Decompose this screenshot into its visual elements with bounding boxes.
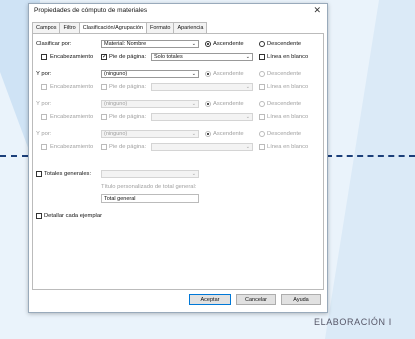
itemize-checkbox[interactable] bbox=[36, 213, 42, 219]
sort4-header-checkbox[interactable] bbox=[41, 144, 47, 150]
sort4-blank-line-checkbox[interactable] bbox=[259, 144, 265, 150]
sort3-descending-radio[interactable] bbox=[259, 101, 265, 107]
sort3-ascending-radio[interactable] bbox=[205, 101, 211, 107]
caption-text: ELABORACIÓN I bbox=[314, 317, 392, 327]
sort1-footer-checkbox[interactable]: ✓ bbox=[101, 54, 107, 60]
sort2-field-select[interactable]: (ninguno) ⌄ bbox=[101, 70, 199, 78]
cancel-button[interactable]: Cancelar bbox=[236, 294, 276, 305]
sort1-footer-label: Pie de página: bbox=[109, 54, 147, 60]
chevron-down-icon: ⌄ bbox=[245, 114, 250, 120]
sort4-footer-label: Pie de página: bbox=[109, 144, 147, 150]
sorting-panel: Clasificar por: Material: Nombre ⌄ Ascend… bbox=[32, 33, 324, 290]
sort4-ascending-label: Ascendente bbox=[213, 131, 244, 137]
sort2-field-value: (ninguno) bbox=[104, 71, 128, 77]
title-bar: Propiedades de cómputo de materiales ✕ bbox=[29, 4, 327, 18]
sort4-blank-line-label: Línea en blanco bbox=[267, 144, 309, 150]
sort4-descending-radio[interactable] bbox=[259, 131, 265, 137]
sort2-footer-select[interactable]: ⌄ bbox=[151, 83, 253, 91]
sort1-footer-select[interactable]: Solo totales ⌄ bbox=[151, 53, 253, 61]
sort3-field-value: (ninguno) bbox=[104, 101, 128, 107]
ok-button[interactable]: Aceptar bbox=[189, 294, 231, 305]
close-icon[interactable]: ✕ bbox=[313, 5, 321, 16]
grand-totals-label: Totales generales: bbox=[44, 171, 92, 177]
schedule-properties-dialog: Propiedades de cómputo de materiales ✕ C… bbox=[28, 3, 328, 313]
sort1-ascending-radio[interactable] bbox=[205, 41, 211, 47]
sort3-header-label: Encabezamiento bbox=[50, 114, 94, 120]
sort2-footer-checkbox[interactable] bbox=[101, 84, 107, 90]
chevron-down-icon: ⌄ bbox=[245, 144, 250, 150]
sort1-footer-option: Solo totales bbox=[154, 54, 183, 60]
grand-totals-checkbox[interactable] bbox=[36, 171, 42, 177]
sort1-label: Clasificar por: bbox=[36, 41, 72, 47]
sort1-descending-label: Descendente bbox=[267, 41, 302, 47]
sort1-descending-radio[interactable] bbox=[259, 41, 265, 47]
chevron-down-icon: ⌄ bbox=[191, 131, 196, 137]
tab-formato[interactable]: Formato bbox=[145, 22, 175, 33]
sort3-field-select[interactable]: (ninguno) ⌄ bbox=[101, 100, 199, 108]
itemize-label: Detallar cada ejemplar bbox=[44, 213, 102, 219]
chevron-down-icon: ⌄ bbox=[191, 71, 196, 77]
sort3-ascending-label: Ascendente bbox=[213, 101, 244, 107]
sort3-footer-select[interactable]: ⌄ bbox=[151, 113, 253, 121]
tab-campos[interactable]: Campos bbox=[32, 22, 61, 33]
sort1-header-checkbox[interactable] bbox=[41, 54, 47, 60]
sort2-footer-label: Pie de página: bbox=[109, 84, 147, 90]
sort3-label: Y por: bbox=[36, 101, 52, 107]
sort3-descending-label: Descendente bbox=[267, 101, 302, 107]
sort2-header-checkbox[interactable] bbox=[41, 84, 47, 90]
sort4-label: Y por: bbox=[36, 131, 52, 137]
sort2-ascending-radio[interactable] bbox=[205, 71, 211, 77]
sort4-ascending-radio[interactable] bbox=[205, 131, 211, 137]
grand-totals-select[interactable]: ⌄ bbox=[101, 170, 199, 178]
sort4-footer-select[interactable]: ⌄ bbox=[151, 143, 253, 151]
dashed-line-right bbox=[326, 155, 415, 157]
sort3-footer-checkbox[interactable] bbox=[101, 114, 107, 120]
tab-filtro[interactable]: Filtro bbox=[59, 22, 80, 33]
background-shape-right bbox=[325, 0, 415, 339]
tab-strip: Campos Filtro Clasificación/Agrupación F… bbox=[32, 22, 208, 34]
tab-apariencia[interactable]: Apariencia bbox=[173, 22, 208, 33]
sort3-footer-label: Pie de página: bbox=[109, 114, 147, 120]
custom-total-title-value: Total general bbox=[104, 196, 136, 202]
sort4-field-select[interactable]: (ninguno) ⌄ bbox=[101, 130, 199, 138]
sort1-blank-line-checkbox[interactable] bbox=[259, 54, 265, 60]
sort2-descending-radio[interactable] bbox=[259, 71, 265, 77]
sort2-label: Y por: bbox=[36, 71, 52, 77]
sort2-ascending-label: Ascendente bbox=[213, 71, 244, 77]
sort3-blank-line-checkbox[interactable] bbox=[259, 114, 265, 120]
help-button[interactable]: Ayuda bbox=[281, 294, 321, 305]
sort1-ascending-label: Ascendente bbox=[213, 41, 244, 47]
chevron-down-icon: ⌄ bbox=[191, 41, 196, 47]
sort2-header-label: Encabezamiento bbox=[50, 84, 94, 90]
custom-total-title-input[interactable]: Total general bbox=[101, 194, 199, 203]
chevron-down-icon: ⌄ bbox=[245, 54, 250, 60]
sort3-header-checkbox[interactable] bbox=[41, 114, 47, 120]
sort1-header-label: Encabezamiento bbox=[50, 54, 94, 60]
sort4-field-value: (ninguno) bbox=[104, 131, 128, 137]
sort4-descending-label: Descendente bbox=[267, 131, 302, 137]
chevron-down-icon: ⌄ bbox=[245, 84, 250, 90]
sort2-blank-line-checkbox[interactable] bbox=[259, 84, 265, 90]
dialog-title: Propiedades de cómputo de materiales bbox=[34, 7, 148, 14]
sort1-field-value: Material: Nombre bbox=[104, 41, 147, 47]
sort3-blank-line-label: Línea en blanco bbox=[267, 114, 309, 120]
dashed-line-left bbox=[0, 155, 28, 157]
custom-total-title-label: Título personalizado de total general: bbox=[101, 184, 197, 190]
sort4-header-label: Encabezamiento bbox=[50, 144, 94, 150]
chevron-down-icon: ⌄ bbox=[191, 101, 196, 107]
sort1-blank-line-label: Línea en blanco bbox=[267, 54, 309, 60]
sort4-footer-checkbox[interactable] bbox=[101, 144, 107, 150]
sort2-descending-label: Descendente bbox=[267, 71, 302, 77]
chevron-down-icon: ⌄ bbox=[191, 171, 196, 177]
sort2-blank-line-label: Línea en blanco bbox=[267, 84, 309, 90]
sort1-field-select[interactable]: Material: Nombre ⌄ bbox=[101, 40, 199, 48]
